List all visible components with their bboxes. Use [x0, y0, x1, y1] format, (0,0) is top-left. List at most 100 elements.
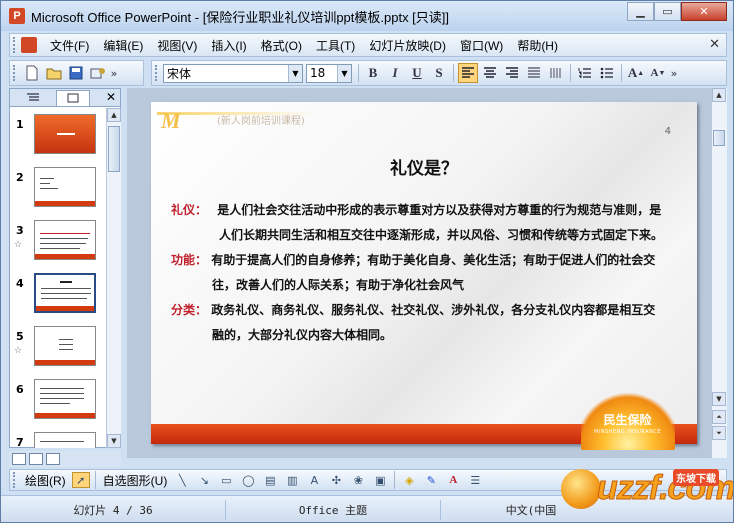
line-tool-icon[interactable]: ╲ [173, 472, 191, 488]
powerpoint-app-icon[interactable]: P [9, 8, 25, 24]
textbox-icon[interactable]: ▤ [261, 472, 279, 488]
slide-thumbnail[interactable]: 7 [10, 426, 106, 448]
line-color-icon[interactable]: ✎ [422, 472, 440, 488]
numbered-list-icon[interactable] [575, 63, 595, 83]
slide-thumbnail[interactable]: 3 ☆ [10, 214, 106, 267]
italic-button[interactable]: I [385, 63, 405, 83]
label-function: 功能： [171, 253, 208, 267]
save-icon[interactable] [66, 63, 86, 83]
autoshapes-button[interactable]: 自选图形(U) [99, 472, 172, 489]
oval-tool-icon[interactable]: ◯ [239, 472, 257, 488]
align-right-icon[interactable] [502, 63, 522, 83]
document-icon[interactable] [21, 37, 37, 53]
vertical-textbox-icon[interactable]: ▥ [283, 472, 301, 488]
slide-thumbnail[interactable]: 2 [10, 161, 106, 214]
slide-thumbnail-selected[interactable]: 4 [10, 267, 106, 320]
paragraph-etiquette[interactable]: 礼仪： 是人们社会交往活动中形成的表示尊重对方以及获得对方尊重的行为规范与准则，… [171, 198, 661, 223]
normal-view-icon[interactable] [12, 453, 26, 465]
menu-view[interactable]: 视图(V) [150, 35, 204, 56]
scroll-down-icon[interactable]: ▼ [107, 434, 121, 448]
underline-button[interactable]: U [407, 63, 427, 83]
clipart-icon[interactable]: ❀ [349, 472, 367, 488]
scroll-down-icon[interactable]: ▼ [712, 392, 726, 406]
picture-icon[interactable]: ▣ [371, 472, 389, 488]
slide-thumbnail[interactable]: 1 [10, 108, 106, 161]
paragraph-categories[interactable]: 分类： 政务礼仪、商务礼仪、服务礼仪、社交礼仪、涉外礼仪，各分支礼仪内容都是相互… [171, 298, 655, 323]
menu-insert[interactable]: 插入(I) [204, 35, 253, 56]
panel-close-icon[interactable]: ✕ [106, 90, 116, 104]
select-pointer-icon[interactable]: ➚ [71, 472, 90, 488]
menu-edit[interactable]: 编辑(E) [96, 35, 150, 56]
toolbar-overflow-icon[interactable]: » [670, 63, 678, 83]
text-direction-icon[interactable] [546, 63, 566, 83]
thumbnail-image[interactable] [34, 220, 96, 260]
menu-tools[interactable]: 工具(T) [309, 35, 362, 56]
slide-scrollbar[interactable]: ▲ ▼ ⏶ ⏷ [711, 88, 727, 458]
watermark-logo: uzzf.com 东坡下载 [561, 463, 733, 519]
menu-grip[interactable] [13, 37, 17, 53]
slide-title[interactable]: 礼仪是？ [151, 154, 697, 179]
rectangle-tool-icon[interactable]: ▭ [217, 472, 235, 488]
chevron-down-icon[interactable]: ▼ [337, 64, 351, 82]
thumbnail-image[interactable] [34, 432, 96, 448]
close-button[interactable]: ✕ [681, 2, 727, 21]
font-size-value: 18 [310, 66, 326, 80]
fill-color-icon[interactable]: ◈ [400, 472, 418, 488]
toolbar-grip[interactable] [13, 65, 17, 81]
draw-menu-button[interactable]: 绘图(R) [21, 472, 70, 489]
tab-outline[interactable] [16, 90, 50, 106]
open-folder-icon[interactable] [44, 63, 64, 83]
bullet-list-icon[interactable] [597, 63, 617, 83]
paragraph-text: 人们长期共同生活和相互交往中逐渐形成，并以风俗、习惯和传统等方式固定下来。 [219, 228, 664, 242]
diagram-icon[interactable]: ✣ [327, 472, 345, 488]
wordart-icon[interactable]: A [305, 472, 323, 488]
menu-slideshow[interactable]: 幻灯片放映(D) [362, 35, 453, 56]
increase-font-icon[interactable]: A ▲ [626, 63, 646, 83]
new-file-icon[interactable] [22, 63, 42, 83]
font-color-icon[interactable]: A [444, 472, 462, 488]
maximize-button[interactable]: ▭ [654, 2, 681, 21]
slideshow-view-icon[interactable] [46, 453, 60, 465]
decrease-font-icon[interactable]: A ▼ [648, 63, 668, 83]
scroll-thumb[interactable] [713, 130, 725, 146]
thumbnail-image[interactable] [34, 273, 96, 313]
doc-close-icon[interactable]: ✕ [709, 37, 720, 52]
paragraph-text: 有助于提高人们的自身修养；有助于美化自身、美化生活；有助于促进人们的社会交 [211, 253, 656, 267]
menu-window[interactable]: 窗口(W) [453, 35, 510, 56]
arrow-tool-icon[interactable]: ↘ [195, 472, 213, 488]
menu-file[interactable]: 文件(F) [43, 35, 96, 56]
align-center-icon[interactable] [480, 63, 500, 83]
minimize-button[interactable]: ▁ [627, 2, 654, 21]
scroll-up-icon[interactable]: ▲ [107, 108, 121, 122]
thumbnail-image[interactable] [34, 379, 96, 419]
paragraph-function[interactable]: 功能： 有助于提高人们的自身修养；有助于美化自身、美化生活；有助于促进人们的社会… [171, 248, 655, 273]
drawbar-grip[interactable] [13, 472, 17, 488]
scroll-thumb[interactable] [108, 126, 120, 172]
thumbnail-image[interactable] [34, 114, 96, 154]
font-size-select[interactable]: 18 ▼ [306, 63, 352, 83]
align-left-icon[interactable] [458, 63, 478, 83]
slide-thumbnail[interactable]: 6 [10, 373, 106, 426]
line-style-icon[interactable]: ☰ [466, 472, 484, 488]
toolbar-overflow-icon[interactable]: » [110, 63, 118, 83]
tab-slides[interactable] [56, 89, 90, 106]
chevron-down-icon[interactable]: ▼ [288, 64, 302, 82]
menu-help[interactable]: 帮助(H) [510, 35, 565, 56]
sorter-view-icon[interactable] [29, 453, 43, 465]
next-slide-icon[interactable]: ⏷ [712, 426, 726, 440]
bold-button[interactable]: B [363, 63, 383, 83]
permission-icon[interactable] [88, 63, 108, 83]
slide-canvas[interactable]: M (新人岗前培训课程) 4 礼仪是？ 礼仪： 是人们社会交往活动中形成的表示尊… [151, 102, 697, 450]
format-toolbar-grip[interactable] [155, 65, 159, 81]
slide-thumbnail[interactable]: 5 ☆ [10, 320, 106, 373]
font-name-select[interactable]: 宋体 ▼ [163, 63, 303, 83]
menu-bar: 文件(F) 编辑(E) 视图(V) 插入(I) 格式(O) 工具(T) 幻灯片放… [9, 33, 727, 57]
panel-scrollbar[interactable]: ▲ ▼ [106, 108, 121, 448]
scroll-up-icon[interactable]: ▲ [712, 88, 726, 102]
distribute-icon[interactable] [524, 63, 544, 83]
previous-slide-icon[interactable]: ⏶ [712, 410, 726, 424]
shadow-button[interactable]: S [429, 63, 449, 83]
menu-format[interactable]: 格式(O) [254, 35, 309, 56]
thumbnail-image[interactable] [34, 167, 96, 207]
thumbnail-image[interactable] [34, 326, 96, 366]
